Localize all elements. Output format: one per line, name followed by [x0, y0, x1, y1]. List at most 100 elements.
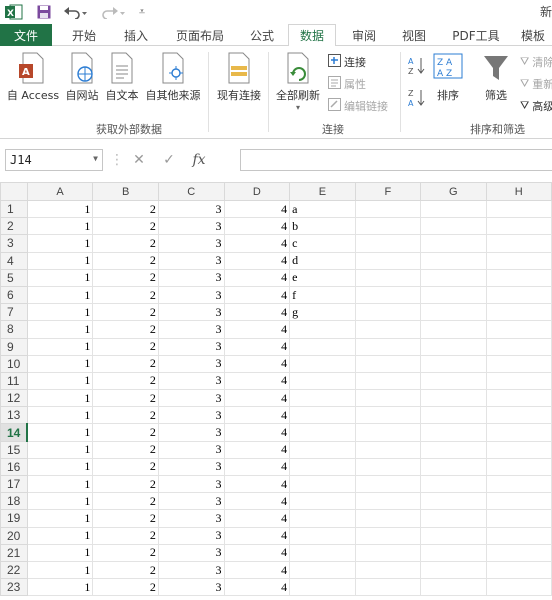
cell-g[interactable] — [420, 320, 487, 339]
edit-links-button[interactable]: 编辑链接 — [328, 98, 388, 114]
cell-c[interactable]: 3 — [157, 578, 225, 597]
cell-h[interactable] — [485, 199, 552, 219]
cell-f[interactable] — [354, 251, 422, 270]
cell-b[interactable]: 2 — [92, 337, 159, 356]
cell-a[interactable]: 1 — [26, 526, 94, 545]
row-header[interactable]: 18 — [0, 492, 28, 511]
cell-f[interactable] — [354, 337, 422, 356]
cell-h[interactable] — [485, 251, 552, 270]
cell-h[interactable] — [485, 354, 552, 373]
tab-review[interactable]: 审阅 — [342, 24, 386, 46]
cell-e[interactable] — [289, 354, 356, 373]
insert-function-icon[interactable]: fx — [184, 152, 214, 168]
cell-c[interactable]: 3 — [157, 423, 225, 442]
cell-a[interactable]: 1 — [26, 320, 94, 339]
column-header-h[interactable]: H — [485, 182, 552, 201]
row-header[interactable]: 8 — [0, 320, 28, 339]
cell-e[interactable] — [289, 440, 356, 459]
cell-c[interactable]: 3 — [157, 303, 225, 322]
cell-d[interactable]: 4 — [223, 337, 291, 356]
cell-d[interactable]: 4 — [223, 285, 291, 305]
cell-h[interactable] — [485, 543, 552, 562]
cell-c[interactable]: 3 — [157, 285, 225, 305]
row-header[interactable]: 13 — [0, 406, 28, 425]
cell-c[interactable]: 3 — [157, 371, 225, 391]
cell-f[interactable] — [354, 526, 422, 545]
cell-g[interactable] — [420, 354, 487, 373]
from-web-button[interactable]: 自网站 — [62, 52, 102, 103]
tab-view[interactable]: 视图 — [392, 24, 436, 46]
cell-d[interactable]: 4 — [223, 578, 291, 597]
enter-check-icon[interactable]: ✓ — [154, 152, 184, 168]
cell-g[interactable] — [420, 234, 487, 253]
cell-h[interactable] — [485, 389, 552, 408]
cell-h[interactable] — [485, 492, 552, 511]
cell-a[interactable]: 1 — [26, 354, 94, 373]
cell-b[interactable]: 2 — [92, 217, 159, 236]
cell-f[interactable] — [354, 578, 422, 597]
cell-c[interactable]: 3 — [157, 251, 225, 270]
cell-g[interactable] — [420, 526, 487, 545]
cell-a[interactable]: 1 — [26, 406, 94, 425]
undo-icon[interactable] — [62, 2, 90, 22]
cell-f[interactable] — [354, 543, 422, 562]
cell-h[interactable] — [485, 406, 552, 425]
save-icon[interactable] — [34, 2, 54, 22]
cell-d[interactable]: 4 — [223, 423, 291, 442]
cell-g[interactable] — [420, 337, 487, 356]
filter-button[interactable]: 筛选 — [478, 52, 514, 103]
row-header[interactable]: 23 — [0, 578, 28, 597]
cell-e[interactable] — [289, 474, 356, 494]
cell-b[interactable]: 2 — [92, 251, 159, 270]
cell-g[interactable] — [420, 199, 487, 219]
cell-f[interactable] — [354, 217, 422, 236]
properties-button[interactable]: 属性 — [328, 76, 366, 92]
cell-f[interactable] — [354, 423, 422, 442]
cell-a[interactable]: 1 — [26, 457, 94, 477]
cell-g[interactable] — [420, 509, 487, 528]
cell-h[interactable] — [485, 234, 552, 253]
clear-filter-button[interactable]: ⛛ 清除 — [520, 54, 552, 70]
cell-e[interactable] — [289, 560, 356, 580]
cell-d[interactable]: 4 — [223, 389, 291, 408]
formula-input[interactable] — [240, 149, 552, 171]
cell-d[interactable]: 4 — [223, 474, 291, 494]
tab-file[interactable]: 文件 — [0, 24, 52, 46]
cell-c[interactable]: 3 — [157, 543, 225, 562]
cell-b[interactable]: 2 — [92, 492, 159, 511]
cell-c[interactable]: 3 — [157, 234, 225, 253]
cell-g[interactable] — [420, 423, 487, 442]
cell-b[interactable]: 2 — [92, 457, 159, 477]
row-header[interactable]: 19 — [0, 509, 28, 528]
cell-b[interactable]: 2 — [92, 354, 159, 373]
cell-d[interactable]: 4 — [223, 251, 291, 270]
row-header[interactable]: 11 — [0, 371, 28, 391]
cell-a[interactable]: 1 — [26, 492, 94, 511]
cell-g[interactable] — [420, 303, 487, 322]
cell-a[interactable]: 1 — [26, 251, 94, 270]
cell-e[interactable] — [289, 526, 356, 545]
cell-b[interactable]: 2 — [92, 509, 159, 528]
cell-e[interactable] — [289, 457, 356, 477]
cell-d[interactable]: 4 — [223, 440, 291, 459]
cell-h[interactable] — [485, 268, 552, 287]
cell-f[interactable] — [354, 303, 422, 322]
name-box[interactable]: J14 ▼ — [5, 149, 103, 171]
chevron-down-icon[interactable]: ▼ — [93, 154, 98, 163]
cell-a[interactable]: 1 — [26, 217, 94, 236]
cell-f[interactable] — [354, 406, 422, 425]
cell-h[interactable] — [485, 303, 552, 322]
cell-g[interactable] — [420, 251, 487, 270]
cancel-icon[interactable]: ✕ — [124, 152, 154, 168]
column-header-c[interactable]: C — [157, 182, 225, 201]
cell-b[interactable]: 2 — [92, 268, 159, 287]
cell-e[interactable] — [289, 423, 356, 442]
cell-b[interactable]: 2 — [92, 234, 159, 253]
cell-h[interactable] — [485, 457, 552, 477]
cell-b[interactable]: 2 — [92, 389, 159, 408]
cell-d[interactable]: 4 — [223, 234, 291, 253]
cell-g[interactable] — [420, 217, 487, 236]
cell-g[interactable] — [420, 406, 487, 425]
row-header[interactable]: 16 — [0, 457, 28, 477]
cell-c[interactable]: 3 — [157, 389, 225, 408]
